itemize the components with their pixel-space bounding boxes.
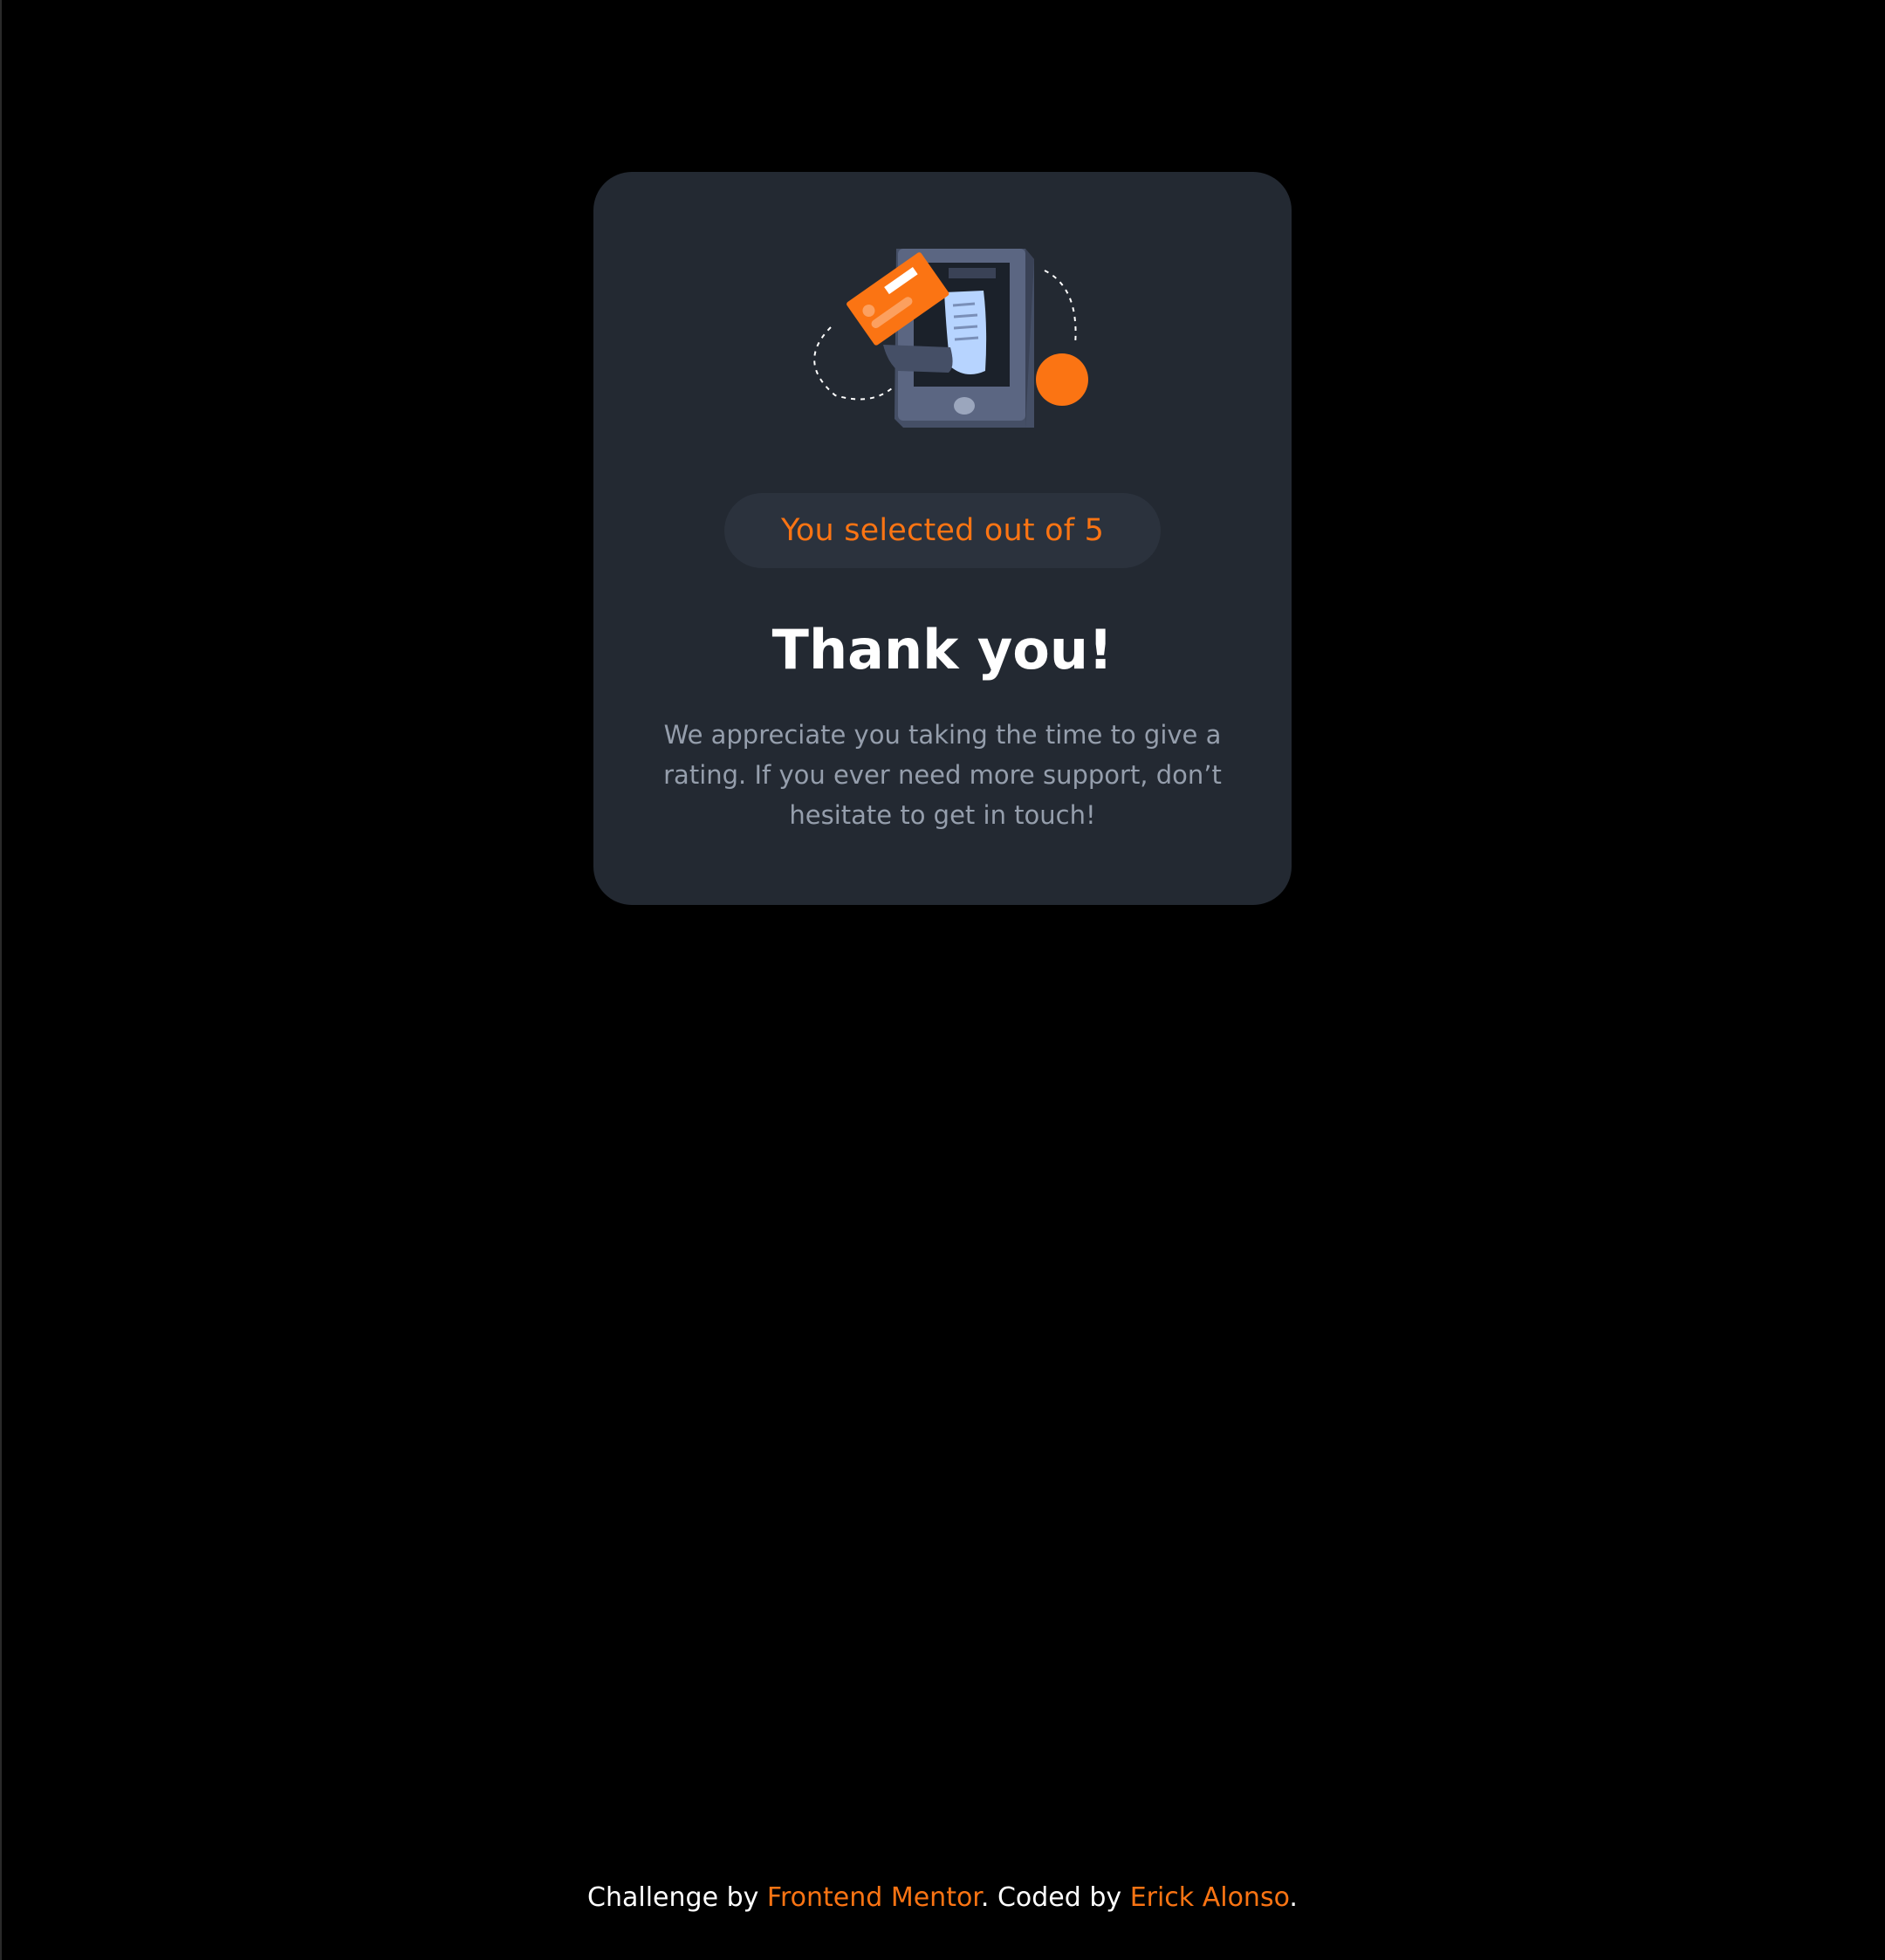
footer-middle-text: . Coded by (980, 1882, 1130, 1913)
footer-suffix-text: . (1289, 1882, 1298, 1913)
selected-rating-badge: You selected out of 5 (724, 493, 1161, 568)
attribution-footer: Challenge by Frontend Mentor. Coded by E… (0, 1878, 1885, 1918)
window-edge (0, 0, 2, 1960)
thank-you-heading: Thank you! (771, 618, 1114, 682)
author-link[interactable]: Erick Alonso (1130, 1882, 1290, 1913)
phone-payment-receipt-illustration (813, 249, 1088, 428)
thank-you-card: You selected out of 5 Thank you! We appr… (593, 172, 1292, 905)
thank-you-message: We appreciate you taking the time to giv… (663, 720, 1222, 830)
footer-prefix-text: Challenge by (587, 1882, 767, 1913)
frontend-mentor-link[interactable]: Frontend Mentor (767, 1882, 981, 1913)
